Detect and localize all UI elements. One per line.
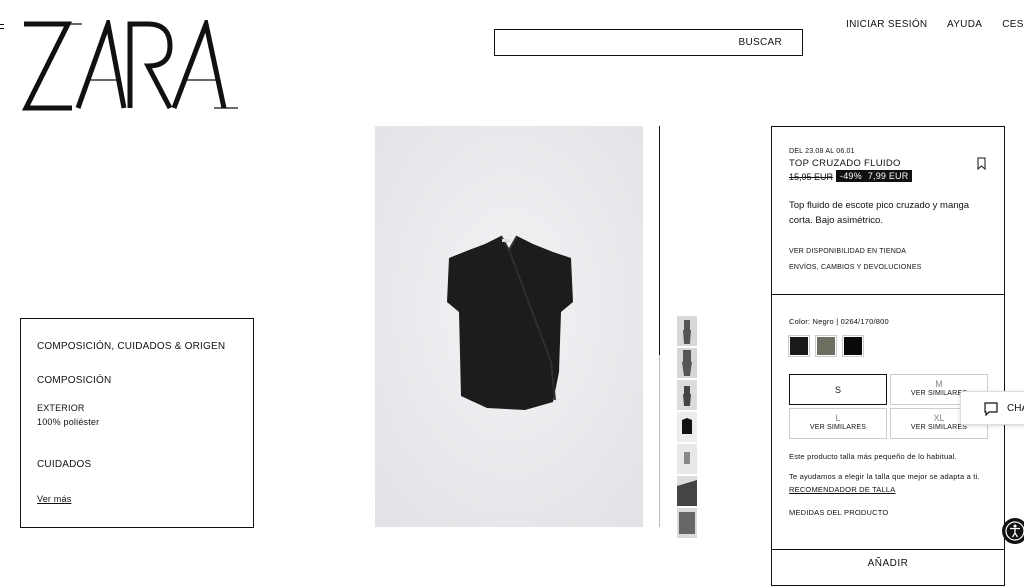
shipping-link[interactable]: ENVÍOS, CAMBIOS Y DEVOLUCIONES xyxy=(789,264,922,271)
discount-badge: -49% 7,99 EUR xyxy=(836,170,913,182)
search-label: BUSCAR xyxy=(738,37,782,48)
thumbnail[interactable] xyxy=(677,316,697,346)
thumbnail[interactable] xyxy=(677,380,697,410)
size-option-l[interactable]: L VER SIMILARES xyxy=(789,408,887,439)
color-swatch-dark[interactable] xyxy=(842,335,864,357)
thumbnail[interactable] xyxy=(677,444,697,474)
thumbnail[interactable] xyxy=(677,348,697,378)
size-option-s[interactable]: S xyxy=(789,374,887,405)
composition-heading: COMPOSICIÓN xyxy=(37,375,112,386)
sale-price: 7,99 EUR xyxy=(867,171,909,181)
top-garment-image xyxy=(375,126,643,527)
size-label: S xyxy=(834,385,841,395)
care-heading: CUIDADOS xyxy=(37,459,92,470)
size-label: M xyxy=(935,379,943,389)
promo-dates: DEL 23.08 AL 06.01 xyxy=(789,148,855,155)
thumbnail[interactable] xyxy=(677,476,697,506)
chat-button[interactable]: CHA xyxy=(960,391,1024,425)
composition-panel: COMPOSICIÓN, CUIDADOS & ORIGEN COMPOSICI… xyxy=(20,318,254,528)
nav-help[interactable]: AYUDA xyxy=(947,19,982,30)
bookmark-icon[interactable] xyxy=(977,157,986,170)
top-nav: INICIAR SESIÓN AYUDA CESTA xyxy=(846,19,1024,30)
zara-logo[interactable] xyxy=(20,20,240,112)
add-to-cart-button[interactable]: AÑADIR xyxy=(772,549,1004,587)
search-input[interactable]: BUSCAR xyxy=(494,29,803,56)
thumbnail[interactable] xyxy=(677,508,697,538)
image-divider xyxy=(659,355,660,527)
size-help-text: Te ayudamos a elegir la talla que mejor … xyxy=(789,472,980,481)
panel-divider xyxy=(772,294,1004,295)
thumbnail-strip xyxy=(677,316,697,540)
product-description: Top fluido de escote pico cruzado y mang… xyxy=(789,200,970,226)
fit-note: Este producto talla más pequeño de lo ha… xyxy=(789,452,957,461)
nav-cart[interactable]: CESTA xyxy=(1002,19,1024,30)
color-swatch-black[interactable] xyxy=(788,335,810,357)
size-recommender-link[interactable]: RECOMENDADOR DE TALLA xyxy=(789,485,895,494)
discount-percent: -49% xyxy=(840,171,862,181)
chat-label: CHA xyxy=(1007,403,1024,414)
menu-icon[interactable] xyxy=(0,24,4,32)
store-availability-link[interactable]: VER DISPONIBILIDAD EN TIENDA xyxy=(789,248,906,255)
see-similar-link[interactable]: VER SIMILARES xyxy=(790,424,886,431)
accessibility-button[interactable] xyxy=(1002,518,1024,544)
color-line: Color: Negro | 0264/170/800 xyxy=(789,317,889,326)
product-name: TOP CRUZADO FLUIDO xyxy=(789,158,901,169)
product-info-panel: DEL 23.08 AL 06.01 TOP CRUZADO FLUIDO 15… xyxy=(771,126,1005,586)
image-scroll-indicator[interactable] xyxy=(659,126,660,355)
exterior-label: EXTERIOR xyxy=(37,403,85,413)
nav-login[interactable]: INICIAR SESIÓN xyxy=(846,19,927,30)
thumbnail[interactable] xyxy=(677,412,697,442)
accessibility-icon xyxy=(1005,521,1024,541)
see-similar-link[interactable]: VER SIMILARES xyxy=(891,424,987,431)
color-swatch-khaki[interactable] xyxy=(815,335,837,357)
product-measurements-link[interactable]: MEDIDAS DEL PRODUCTO xyxy=(789,508,888,517)
original-price: 15,95 EUR xyxy=(789,172,834,182)
size-label: L xyxy=(835,413,841,423)
product-image[interactable] xyxy=(375,126,643,527)
exterior-value: 100% poliéster xyxy=(37,417,100,427)
see-more-link[interactable]: Ver más xyxy=(37,494,71,504)
chat-icon xyxy=(984,402,998,417)
composition-title: COMPOSICIÓN, CUIDADOS & ORIGEN xyxy=(37,341,226,352)
